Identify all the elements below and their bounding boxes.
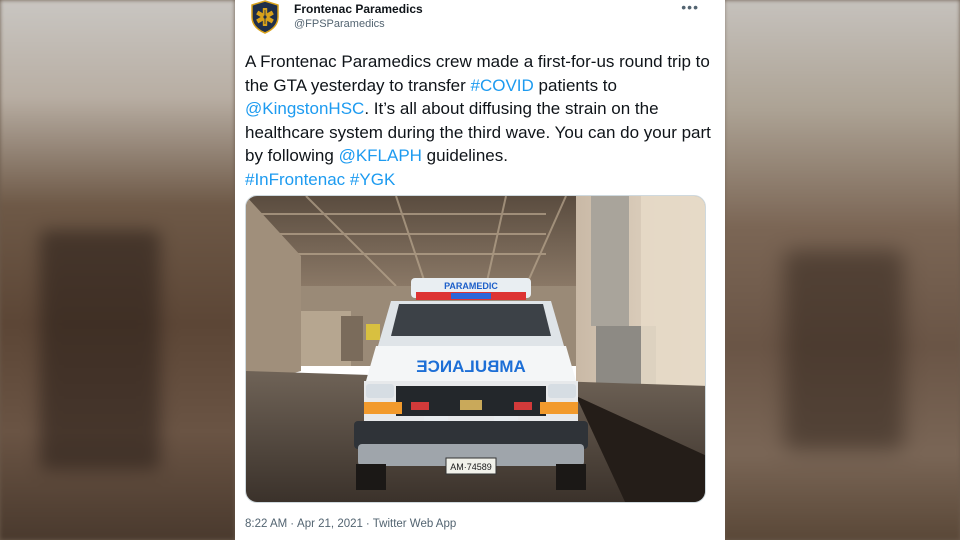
tweet-header: Frontenac Paramedics @FPSParamedics ••• xyxy=(249,0,711,38)
video-background-right xyxy=(724,0,960,540)
ambulance-garage-photo: PARAMEDIC AMBULANCE AM·74589 xyxy=(246,196,705,502)
tweet-text-part: patients to xyxy=(533,75,617,95)
account-handle[interactable]: @FPSParamedics xyxy=(294,18,385,30)
more-dots-icon[interactable]: ••• xyxy=(681,0,699,14)
tweet-text: A Frontenac Paramedics crew made a first… xyxy=(245,50,715,191)
hashtag-infrontenac-link[interactable]: #InFrontenac xyxy=(245,170,345,189)
hashtag-ygk-link[interactable]: #YGK xyxy=(350,170,395,189)
mention-kflaph-link[interactable]: @KFLAPH xyxy=(339,146,422,165)
meta-separator: · xyxy=(365,518,370,530)
tweet-text-part: guidelines. xyxy=(421,146,508,165)
account-name[interactable]: Frontenac Paramedics xyxy=(294,2,423,16)
tweet-metadata: 8:22 AM · Apr 21, 2021 · Twitter Web App xyxy=(245,518,456,530)
license-plate-text: AM·74589 xyxy=(450,462,492,472)
avatar[interactable] xyxy=(249,0,281,34)
mention-kingstonhsc-link[interactable]: @KingstonHSC xyxy=(245,99,364,118)
tweet-time[interactable]: 8:22 AM xyxy=(245,518,287,530)
hashtag-covid-link[interactable]: #COVID xyxy=(471,76,534,95)
star-of-life-badge-icon xyxy=(251,0,279,34)
video-background-left xyxy=(0,0,235,540)
meta-separator: · xyxy=(290,518,295,530)
roof-sign-text: PARAMEDIC xyxy=(444,281,498,291)
hood-text: AMBULANCE xyxy=(416,357,526,376)
tweet-source: Twitter Web App xyxy=(372,518,457,530)
tweet-photo[interactable]: PARAMEDIC AMBULANCE AM·74589 xyxy=(245,195,706,503)
tweet-card: Frontenac Paramedics @FPSParamedics ••• … xyxy=(235,0,725,540)
tweet-date[interactable]: Apr 21, 2021 xyxy=(297,518,363,530)
